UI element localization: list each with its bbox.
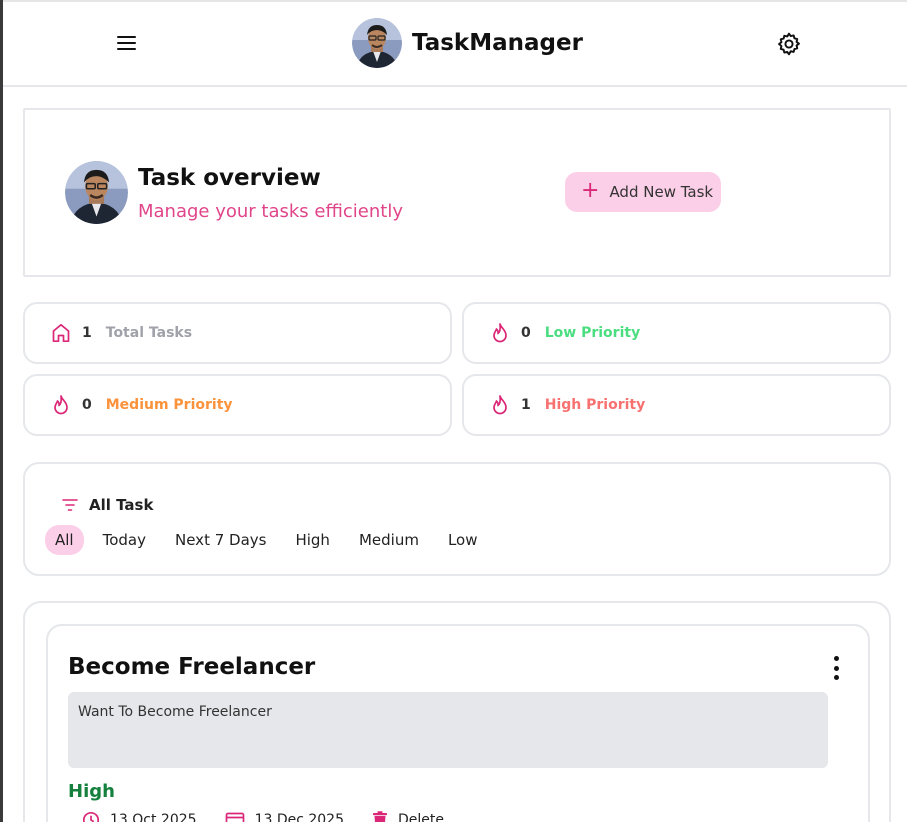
created-date-text: 13 Oct 2025: [110, 812, 197, 822]
delete-task-button[interactable]: Delete: [372, 811, 444, 822]
filter-card: All Task All Today Next 7 Days High Medi…: [23, 462, 891, 576]
stat-medium-priority: 0 Medium Priority: [23, 374, 452, 436]
stat-count: 0: [82, 397, 92, 413]
add-new-task-button[interactable]: + Add New Task: [565, 172, 721, 212]
flame-icon: [490, 395, 510, 415]
filter-title: All Task: [89, 496, 154, 514]
flame-icon: [51, 395, 71, 415]
task-due-date: 13 Dec 2025: [225, 811, 344, 822]
delete-label: Delete: [398, 812, 444, 822]
calendar-icon: [225, 812, 244, 822]
avatar: [352, 18, 402, 68]
stat-label: High Priority: [544, 397, 646, 413]
filter-tabs: All Today Next 7 Days High Medium Low: [45, 525, 487, 555]
stat-label: Total Tasks: [105, 325, 193, 341]
profile-avatar: [65, 161, 128, 224]
stat-count: 1: [82, 325, 92, 341]
hamburger-menu-icon[interactable]: [113, 30, 139, 56]
flame-icon: [490, 323, 510, 343]
page-title: Task overview: [138, 165, 321, 191]
task-meta: 13 Oct 2025 13 Dec 2025 Delete: [82, 811, 472, 822]
due-date-text: 13 Dec 2025: [254, 812, 344, 822]
tab-medium[interactable]: Medium: [349, 525, 429, 555]
stat-count: 1: [521, 397, 531, 413]
task-overview-card: Task overview Manage your tasks efficien…: [23, 108, 891, 277]
top-navbar: TaskManager: [3, 2, 907, 87]
task-title: Become Freelancer: [68, 654, 316, 680]
window-edge: [0, 0, 3, 822]
filter-icon: [62, 499, 78, 511]
stat-total-tasks: 1 Total Tasks: [23, 302, 452, 364]
clock-icon: [82, 811, 100, 822]
tab-next-7-days[interactable]: Next 7 Days: [165, 525, 276, 555]
tab-low[interactable]: Low: [438, 525, 488, 555]
stat-count: 0: [521, 325, 531, 341]
tab-all[interactable]: All: [45, 525, 84, 555]
task-list: Become Freelancer Want To Become Freelan…: [23, 601, 891, 822]
gear-icon[interactable]: [776, 31, 802, 57]
task-priority: High: [68, 781, 115, 802]
stat-low-priority: 0 Low Priority: [462, 302, 891, 364]
page-subtitle: Manage your tasks efficiently: [138, 201, 403, 222]
filter-header: All Task: [61, 496, 153, 514]
tab-high[interactable]: High: [285, 525, 339, 555]
stat-label: Medium Priority: [105, 397, 233, 413]
more-options-icon[interactable]: [830, 656, 842, 680]
stat-label: Low Priority: [544, 325, 641, 341]
task-created-date: 13 Oct 2025: [82, 811, 197, 822]
brand[interactable]: TaskManager: [352, 18, 583, 68]
brand-name: TaskManager: [412, 30, 583, 56]
home-icon: [51, 323, 71, 343]
task-description: Want To Become Freelancer: [68, 692, 828, 768]
trash-icon: [373, 811, 387, 822]
stat-high-priority: 1 High Priority: [462, 374, 891, 436]
plus-icon: +: [581, 178, 600, 203]
tab-today[interactable]: Today: [93, 525, 156, 555]
add-new-task-label: Add New Task: [609, 183, 714, 201]
task-card: Become Freelancer Want To Become Freelan…: [46, 624, 870, 822]
